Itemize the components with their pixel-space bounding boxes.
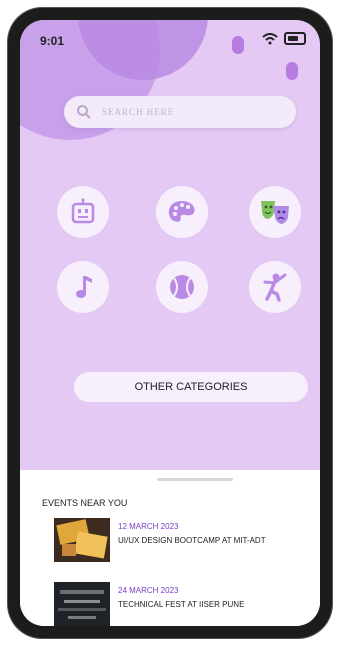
event-card[interactable]: 24 MARCH 2023 TECHNICAL FEST AT IISER PU… [54,582,294,626]
status-icons [262,32,306,45]
category-robot-button[interactable] [57,186,109,238]
category-music-button[interactable] [57,261,109,313]
search-placeholder: SEARCH HERE [102,107,175,117]
app-screen: 9:01 SEARCH HERE OTHER CATEGORIES EVENTS… [20,20,320,626]
robot-icon [71,198,95,224]
status-time: 9:01 [40,34,65,48]
event-date: 24 MARCH 2023 [118,586,179,595]
category-art-button[interactable] [156,186,208,238]
music-note-icon [76,276,92,298]
palette-icon [168,201,195,222]
category-dance-button[interactable] [249,261,301,313]
event-thumbnail [54,518,110,562]
event-title: UI/UX DESIGN BOOTCAMP AT MIT-ADT [118,536,266,545]
decorative-pill [286,62,298,80]
event-title: TECHNICAL FEST AT IISER PUNE [118,600,245,609]
category-sports-button[interactable] [156,261,208,313]
sheet-drag-handle[interactable] [157,478,233,481]
event-card[interactable]: 12 MARCH 2023 UI/UX DESIGN BOOTCAMP AT M… [54,518,294,564]
battery-icon [284,32,306,45]
search-bar[interactable]: SEARCH HERE [64,96,296,128]
search-icon [77,105,91,119]
event-date: 12 MARCH 2023 [118,522,179,531]
event-thumbnail [54,582,110,626]
wifi-icon [262,32,278,44]
decorative-pill [232,36,244,54]
events-sheet: EVENTS NEAR YOU 12 MARCH 2023 UI/UX DESI… [20,470,320,626]
events-heading: EVENTS NEAR YOU [42,498,128,508]
phone-frame: 9:01 SEARCH HERE OTHER CATEGORIES EVENTS… [8,8,332,638]
tennis-ball-icon [170,275,194,299]
theater-masks-icon [261,201,289,224]
category-theater-button[interactable] [249,186,301,238]
dancer-icon [263,273,287,302]
other-categories-button[interactable]: OTHER CATEGORIES [74,372,308,402]
